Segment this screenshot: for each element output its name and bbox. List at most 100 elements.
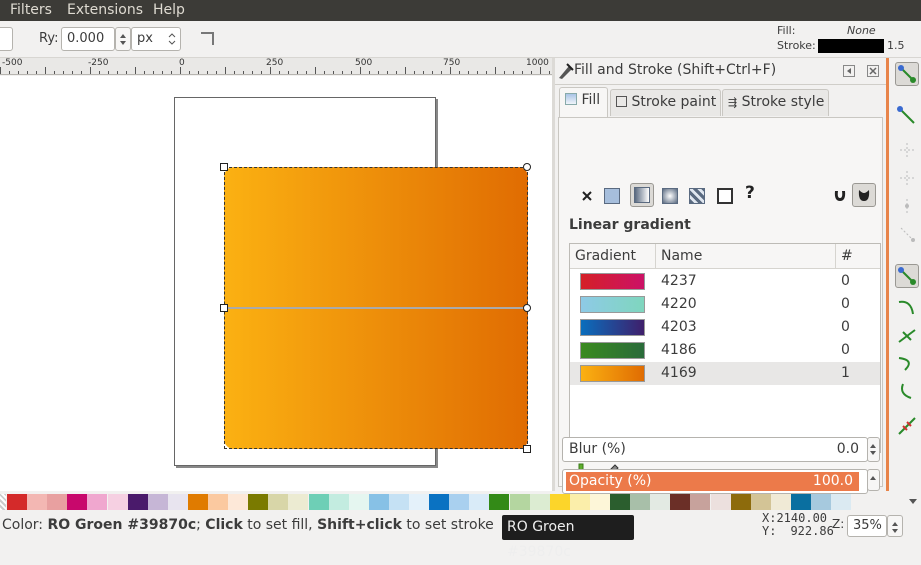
gradient-handle-line[interactable]: [224, 307, 528, 309]
gradient-row[interactable]: 4186 0: [570, 339, 880, 362]
palette-swatch[interactable]: [429, 494, 450, 510]
dialog-close-button[interactable]: [867, 65, 879, 77]
gradient-row[interactable]: 4169 1: [570, 362, 880, 385]
snap-bbox-midpoint-icon[interactable]: [895, 194, 919, 218]
opacity-field[interactable]: Opacity (%) 100.0: [562, 469, 868, 494]
drawing-canvas[interactable]: [0, 76, 552, 491]
zoom-stepper[interactable]: [887, 515, 903, 537]
reset-corners-icon[interactable]: [199, 29, 217, 47]
blur-value[interactable]: 0.0: [837, 438, 859, 461]
palette-swatch[interactable]: [27, 494, 48, 510]
radial-gradient-button[interactable]: [659, 185, 681, 207]
gradient-list[interactable]: Gradient Name # 4237 0 4220 0 4203 0 4186 0 4169…: [569, 243, 881, 453]
palette-swatch[interactable]: [228, 494, 249, 510]
linear-gradient-button[interactable]: [630, 183, 654, 207]
palette-none-swatch[interactable]: [0, 494, 6, 510]
palette-swatch[interactable]: [147, 494, 168, 510]
column-count[interactable]: #: [841, 244, 853, 268]
stroke-color-swatch[interactable]: [818, 39, 884, 53]
menu-filters[interactable]: Filters: [10, 1, 52, 19]
palette-swatch[interactable]: [368, 494, 389, 510]
palette-swatch[interactable]: [569, 494, 590, 510]
palette-swatch[interactable]: [549, 494, 570, 510]
snap-bbox-center-icon[interactable]: [895, 222, 919, 246]
snap-bbox-edge-icon[interactable]: [895, 138, 919, 162]
gradient-row[interactable]: 4220 0: [570, 293, 880, 316]
swatch-button[interactable]: [714, 185, 736, 207]
gradient-start-handle[interactable]: [220, 304, 228, 312]
rx-input[interactable]: [0, 27, 13, 51]
palette-swatch[interactable]: [750, 494, 771, 510]
palette-swatch[interactable]: [730, 494, 751, 510]
stroke-width-value[interactable]: 1.5: [887, 39, 905, 53]
tab-stroke-paint[interactable]: Stroke paint: [610, 89, 721, 116]
palette-swatch[interactable]: [67, 494, 88, 510]
palette-swatch[interactable]: [409, 494, 429, 510]
opacity-stepper[interactable]: [867, 469, 880, 491]
palette-menu-icon[interactable]: [907, 495, 919, 509]
snap-path-icon[interactable]: [895, 296, 919, 320]
palette-swatch[interactable]: [509, 494, 530, 510]
menu-extensions[interactable]: Extensions: [67, 1, 143, 19]
palette-swatch[interactable]: [268, 494, 289, 510]
zoom-input[interactable]: 35%: [847, 515, 887, 537]
snap-toggle-button[interactable]: [895, 62, 919, 86]
palette-swatch[interactable]: [529, 494, 550, 510]
unset-paint-icon[interactable]: ?: [745, 183, 767, 205]
snap-bbox-corner-icon[interactable]: [895, 166, 919, 190]
palette-swatch[interactable]: [469, 494, 490, 510]
palette-swatch[interactable]: [208, 494, 228, 510]
snap-midpoints-icon[interactable]: [895, 414, 919, 438]
fill-rule-nonzero-button[interactable]: [852, 183, 876, 207]
snap-nodes-button[interactable]: [895, 264, 919, 288]
palette-swatch[interactable]: [328, 494, 349, 510]
palette-swatch[interactable]: [388, 494, 409, 510]
palette-swatch[interactable]: [47, 494, 68, 510]
ry-stepper[interactable]: [115, 27, 131, 51]
tab-fill[interactable]: Fill: [559, 87, 608, 117]
palette-swatch[interactable]: [167, 494, 188, 510]
no-paint-icon[interactable]: [576, 185, 598, 207]
column-gradient[interactable]: Gradient: [575, 244, 636, 268]
gradient-row[interactable]: 4203 0: [570, 316, 880, 339]
fill-rule-evenodd-icon[interactable]: [829, 185, 851, 207]
gradient-row[interactable]: 4237 0: [570, 270, 880, 293]
palette-swatch[interactable]: [308, 494, 329, 510]
ry-input[interactable]: 0.000: [61, 27, 115, 51]
snap-path-intersection-icon[interactable]: [895, 324, 919, 348]
palette-swatch[interactable]: [610, 494, 630, 510]
palette-swatch[interactable]: [710, 494, 731, 510]
palette-swatch[interactable]: [107, 494, 128, 510]
palette-swatch[interactable]: [288, 494, 309, 510]
palette-swatch[interactable]: [690, 494, 711, 510]
corner-handle-tl[interactable]: [220, 163, 228, 171]
dialog-iconify-button[interactable]: [843, 65, 855, 77]
blur-field[interactable]: Blur (%) 0.0: [562, 437, 868, 462]
palette-swatch[interactable]: [790, 494, 811, 510]
palette-swatch[interactable]: [489, 494, 510, 510]
palette-swatch[interactable]: [348, 494, 369, 510]
opacity-value[interactable]: 100.0: [813, 470, 853, 493]
palette-swatch[interactable]: [630, 494, 651, 510]
snap-cusp-nodes-icon[interactable]: [895, 352, 919, 376]
palette-swatch[interactable]: [187, 494, 208, 510]
flat-color-button[interactable]: [601, 185, 623, 207]
snap-bbox-icon[interactable]: [895, 104, 919, 128]
palette-swatch[interactable]: [87, 494, 108, 510]
palette-swatch[interactable]: [831, 494, 852, 510]
palette-swatch[interactable]: [248, 494, 269, 510]
unit-select[interactable]: px: [131, 27, 181, 51]
palette-swatch[interactable]: [811, 494, 831, 510]
palette-swatch[interactable]: [589, 494, 610, 510]
palette-swatch[interactable]: [670, 494, 691, 510]
menu-help[interactable]: Help: [153, 1, 185, 19]
snap-smooth-nodes-icon[interactable]: [895, 380, 919, 404]
fill-indicator-value[interactable]: None: [847, 24, 876, 38]
corner-handle-br[interactable]: [523, 445, 531, 453]
tab-stroke-style[interactable]: ⇶ Stroke style: [722, 89, 829, 116]
blur-stepper[interactable]: [867, 437, 880, 462]
pattern-button[interactable]: [686, 185, 708, 207]
palette-swatch[interactable]: [7, 494, 27, 510]
palette-swatch[interactable]: [650, 494, 671, 510]
corner-handle-tr[interactable]: [523, 163, 531, 171]
